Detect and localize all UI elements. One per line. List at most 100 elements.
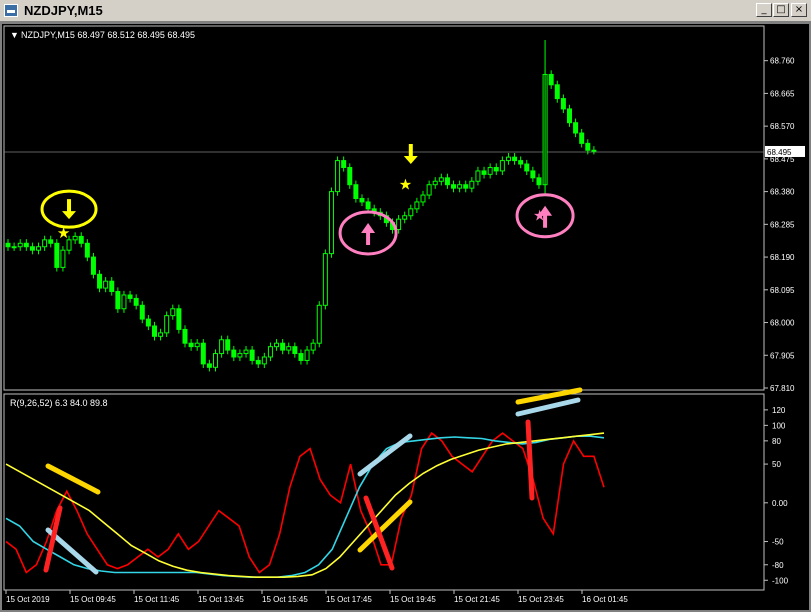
candle-body	[237, 353, 243, 358]
candle-body	[481, 170, 487, 175]
indicator-panel-border	[3, 393, 765, 591]
time-tick-label: 15 Oct 19:45	[390, 595, 436, 604]
price-tick-label: 67.905	[770, 351, 795, 360]
candle-body	[499, 160, 505, 172]
candle-body	[182, 328, 188, 344]
indicator-tick-label: -100	[772, 576, 789, 585]
candle-body	[573, 122, 579, 134]
candle-body	[255, 359, 261, 365]
indicator-label: R(9,26,52) 6.3 84.0 89.8	[10, 398, 108, 408]
candle-body	[353, 184, 359, 199]
candle-body	[158, 332, 164, 337]
candle-body	[274, 342, 280, 348]
candle-body	[267, 346, 273, 358]
candle-body	[188, 342, 194, 348]
star-icon: ★	[533, 208, 546, 225]
candle-body	[200, 342, 206, 365]
candle-body	[206, 363, 212, 368]
candle-body	[426, 184, 432, 196]
candle-body	[566, 108, 572, 124]
candle-body	[103, 280, 109, 289]
candle-body	[469, 180, 475, 189]
candle-body	[176, 308, 182, 330]
star-icon: ★	[399, 177, 412, 194]
price-tick-label: 67.810	[770, 384, 795, 393]
candle-body	[560, 98, 566, 110]
indicator-tick-label: -80	[772, 561, 784, 570]
candle-body	[139, 304, 145, 320]
candle-body	[36, 246, 42, 251]
candle-body	[90, 256, 96, 275]
chart-canvas[interactable]: ▼ NZDJPY,M15 68.497 68.512 68.495 68.495…	[0, 22, 811, 612]
time-tick-label: 15 Oct 2019	[6, 595, 50, 604]
candle-body	[414, 201, 420, 210]
candle-body	[213, 353, 219, 368]
candle-body	[512, 156, 518, 162]
candle-body	[11, 246, 17, 249]
annotation-stroke	[525, 419, 535, 501]
restore-button[interactable]: □	[773, 3, 789, 17]
candle-body	[127, 294, 133, 299]
candle-body	[322, 253, 328, 306]
current-price-label: 68.495	[767, 148, 792, 157]
minimize-button[interactable]: _	[756, 3, 772, 17]
candle-body	[121, 294, 127, 310]
candle-body	[145, 318, 151, 327]
price-panel-border	[3, 25, 765, 391]
candle-body	[408, 208, 414, 217]
candle-body	[432, 180, 438, 186]
time-tick-label: 15 Oct 11:45	[134, 595, 180, 604]
indicator-tick-label: 0.00	[772, 499, 788, 508]
candle-body	[365, 201, 371, 210]
price-tick-label: 68.095	[770, 286, 795, 295]
annotation-stroke	[45, 463, 101, 495]
candle-body	[347, 166, 353, 186]
close-button[interactable]: ×	[791, 3, 807, 17]
candle-body	[78, 235, 84, 244]
price-tick-label: 68.665	[770, 89, 795, 98]
candle-body	[170, 308, 176, 317]
candle-body	[261, 356, 267, 365]
symbol-dropdown-arrow[interactable]: ▼	[10, 30, 19, 40]
candle-body	[60, 249, 66, 268]
candle-body	[585, 142, 591, 151]
candle-body	[304, 349, 310, 361]
candle-body	[109, 280, 115, 293]
up-arrow-icon	[361, 222, 376, 245]
indicator-tick-label: 120	[772, 406, 786, 415]
candle-body	[518, 160, 524, 165]
candle-body	[316, 304, 322, 344]
candle-body	[280, 342, 286, 351]
annotation-stroke	[357, 433, 413, 477]
candle-body	[328, 191, 334, 255]
candle-body	[17, 242, 23, 248]
candle-body	[554, 84, 560, 100]
candle-body	[29, 246, 35, 251]
candle-body	[249, 349, 255, 361]
candle-body	[97, 273, 103, 289]
candle-body	[335, 160, 341, 193]
candle-body	[23, 242, 29, 248]
candle-body	[359, 197, 365, 203]
down-arrow-icon	[62, 199, 77, 220]
candle-body	[72, 235, 78, 241]
time-tick-label: 15 Oct 23:45	[518, 595, 564, 604]
indicator-tick-label: 80	[772, 437, 781, 446]
candle-body	[451, 184, 457, 189]
price-tick-label: 68.760	[770, 57, 795, 66]
chart-window-icon	[4, 4, 18, 17]
candle-body	[225, 339, 231, 351]
candle-body	[5, 242, 11, 248]
candle-body	[133, 297, 139, 306]
indicator-series-line	[5, 432, 605, 578]
down-arrow-icon	[403, 144, 418, 165]
candle-body	[164, 315, 170, 334]
candle-body	[243, 349, 249, 355]
time-tick-label: 15 Oct 09:45	[70, 595, 116, 604]
candle-body	[579, 132, 585, 144]
candle-body	[286, 346, 292, 351]
time-tick-label: 15 Oct 17:45	[326, 595, 372, 604]
candle-body	[194, 342, 200, 348]
indicator-tick-label: 50	[772, 460, 781, 469]
candle-body	[420, 194, 426, 203]
